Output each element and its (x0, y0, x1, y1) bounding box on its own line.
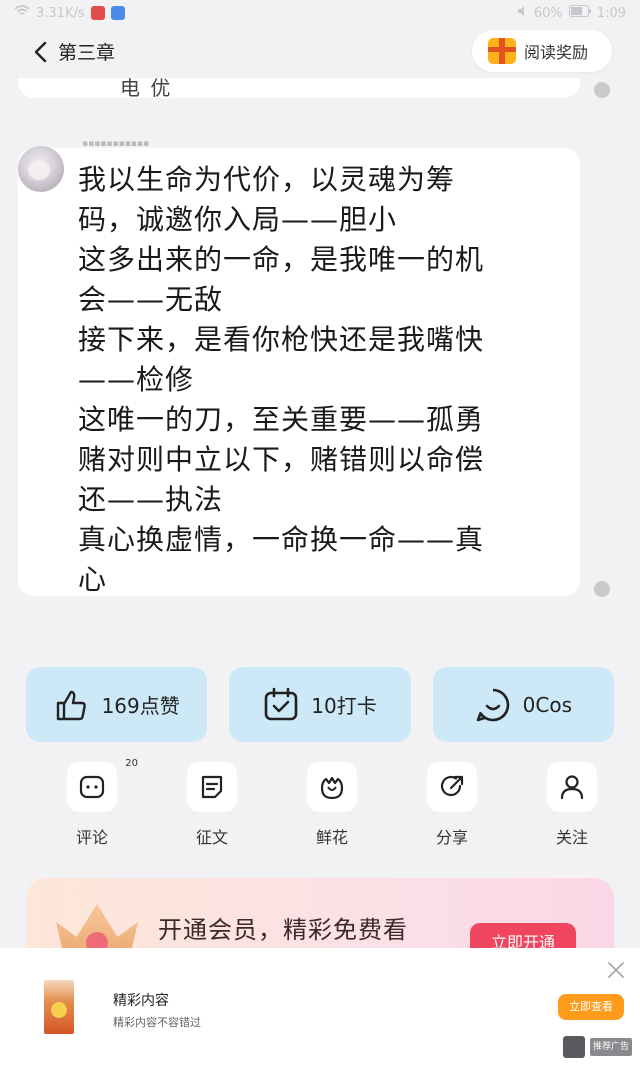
status-right: 60% 1:09 (516, 5, 626, 21)
contest-action-box[interactable] (187, 762, 237, 812)
comment-line: 这唯一的刀，至关重要——孤勇 (78, 403, 485, 436)
ad-view-button[interactable]: 立即查看 (558, 994, 624, 1020)
comment-count: 20 (125, 758, 138, 769)
share-action[interactable]: 分享 (426, 762, 478, 852)
contest-label: 征文 (195, 828, 228, 847)
comment-line: 这多出来的一命，是我唯一的机 (78, 243, 485, 276)
ad-title: 精彩内容 (113, 993, 169, 1009)
previous-comment-card: 电 优 (18, 76, 580, 100)
app-badge-icon (110, 6, 125, 20)
comment-line: 真心换虚情，一命换一命——真 (78, 523, 485, 556)
battery-level: 60% (533, 5, 563, 21)
comment-line: 接下来，是看你枪快还是我嘴快 (78, 323, 485, 356)
comment-line: 码，诚邀你入局——胆小 (78, 203, 398, 236)
checkin-count: 10打卡 (311, 694, 377, 718)
share-icon (440, 775, 464, 797)
chat-smile-icon (476, 688, 509, 721)
notification-icon (90, 6, 105, 20)
thumbs-up-icon (56, 690, 86, 720)
calendar-check-icon (264, 687, 298, 720)
cos-count: 0Cos (522, 692, 572, 717)
like-button[interactable]: 169点赞 (26, 667, 208, 742)
comment-line: 还——执法 (78, 483, 224, 516)
reading-reward-label: 阅读奖励 (524, 43, 589, 62)
stats-row: 169点赞 10打卡 0Cos (26, 667, 614, 742)
close-icon[interactable] (606, 960, 626, 980)
ad-thumbnail (44, 980, 74, 1034)
ad-banner[interactable]: 精彩内容 精彩内容不容错过 立即查看 推荐广告 (0, 948, 640, 1067)
scroll-indicator-bottom (594, 581, 610, 597)
share-label: 分享 (435, 828, 468, 847)
status-bar: 3.31K/s 60% 1:09 (0, 0, 640, 26)
battery-icon (568, 5, 591, 21)
checkin-button[interactable]: 10打卡 (229, 667, 411, 742)
flower-action-box[interactable] (307, 762, 357, 812)
note-icon (201, 775, 223, 799)
avatar[interactable] (18, 146, 64, 192)
ad-tag: 推荐广告 (590, 1038, 632, 1056)
ad-subtitle: 精彩内容不容错过 (113, 1016, 201, 1029)
follow-action-box[interactable] (547, 762, 597, 812)
flower-icon (320, 776, 344, 800)
follow-action[interactable]: 关注 (546, 762, 598, 852)
comment-action[interactable]: 20 评论 (66, 758, 138, 852)
user-icon (560, 775, 584, 800)
flower-action[interactable]: 鲜花 (306, 762, 358, 852)
comment-line: 赌对则中立以下，赌错则以命偿 (78, 443, 485, 476)
clock: 1:09 (596, 5, 626, 21)
vip-banner[interactable]: 开通会员，精彩免费看 立即开通 (26, 878, 614, 948)
follow-label: 关注 (555, 828, 588, 847)
scroll-indicator (594, 82, 610, 98)
like-count: 169点赞 (101, 694, 180, 718)
vip-open-button[interactable]: 立即开通 (470, 923, 576, 948)
commenter-name: ▪▪▪▪▪▪▪▪▪▪▪ (82, 139, 150, 147)
back-button[interactable]: 第三章 (32, 38, 115, 65)
net-speed: 3.31K/s (36, 5, 85, 21)
comment-label: 评论 (75, 828, 108, 847)
reading-reward-button[interactable]: 阅读奖励 (472, 30, 612, 72)
previous-comment-fragment: 电 优 (120, 76, 173, 100)
top-bar: 第三章 阅读奖励 (0, 26, 640, 78)
wifi-icon (14, 5, 30, 21)
gift-box-icon (488, 38, 516, 64)
comment-icon (79, 775, 105, 799)
flower-label: 鲜花 (315, 828, 348, 847)
comment-bubble: 我以生命为代价，以灵魂为筹 码，诚邀你入局——胆小 这多出来的一命，是我唯一的机… (18, 148, 580, 596)
cos-button[interactable]: 0Cos (432, 667, 614, 742)
comment-line: 我以生命为代价，以灵魂为筹 (78, 163, 456, 196)
share-action-box[interactable] (427, 762, 477, 812)
status-left: 3.31K/s (14, 5, 125, 21)
chapter-title: 第三章 (58, 42, 116, 64)
chevron-left-icon (34, 41, 47, 62)
comment-line: 会——无敌 (78, 283, 224, 316)
mute-icon (516, 5, 528, 21)
action-row: 20 评论 征文 鲜花 分享 关注 (26, 758, 614, 852)
contest-action[interactable]: 征文 (186, 762, 238, 852)
crown-icon (56, 904, 138, 948)
ad-logo-icon (563, 1036, 585, 1058)
vip-text: 开通会员，精彩免费看 (158, 916, 408, 944)
comment-line: ——检修 (78, 363, 195, 396)
comment-action-box[interactable] (67, 762, 117, 812)
comment-line: 心 (78, 563, 108, 596)
